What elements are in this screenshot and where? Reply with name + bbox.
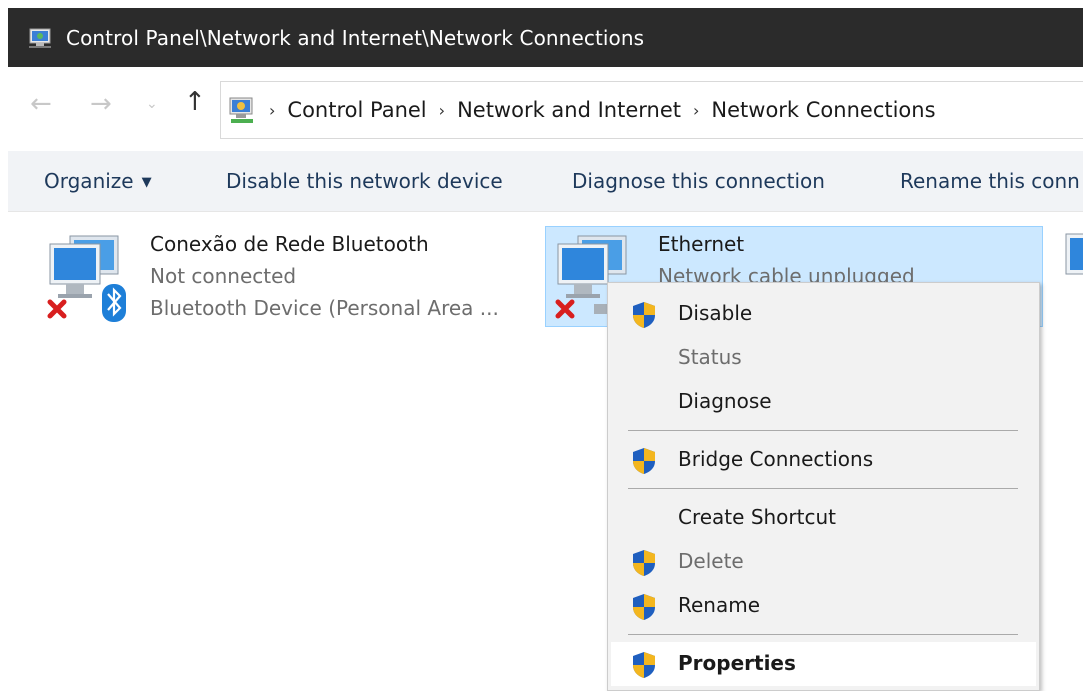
disable-device-button[interactable]: Disable this network device (226, 169, 503, 193)
menu-item-label: Disable (678, 301, 753, 325)
control-panel-icon (229, 97, 253, 123)
menu-item-label: Properties (678, 651, 796, 675)
menu-item-disable[interactable]: Disable (611, 292, 1036, 336)
menu-item-rename[interactable]: Rename (611, 584, 1036, 628)
menu-item-status[interactable]: Status (611, 336, 1036, 380)
uac-shield-icon (633, 550, 655, 576)
diagnose-connection-button[interactable]: Diagnose this connection (572, 169, 825, 193)
menu-item-label: Delete (678, 549, 744, 573)
organize-label: Organize (44, 169, 134, 193)
connection-status: Not connected (150, 264, 297, 288)
menu-item-label: Create Shortcut (678, 505, 836, 529)
menu-item-label: Diagnose (678, 389, 772, 413)
menu-separator (628, 430, 1018, 431)
network-adapter-icon (1065, 233, 1083, 275)
network-connections-icon (29, 28, 51, 48)
recent-locations-chevron-icon[interactable]: ⌄ (146, 97, 158, 111)
command-bar: Organize ▼ Disable this network device Di… (8, 151, 1083, 212)
window-title: Control Panel\Network and Internet\Netwo… (66, 25, 645, 50)
menu-item-bridge-connections[interactable]: Bridge Connections (611, 438, 1036, 482)
menu-separator (628, 634, 1018, 635)
address-row: ← → ⌄ ↑ › Control Panel › Network and In… (8, 67, 1083, 151)
dropdown-caret-icon: ▼ (141, 175, 152, 190)
uac-shield-icon (633, 448, 655, 474)
menu-item-label: Rename (678, 593, 761, 617)
connection-device: Bluetooth Device (Personal Area ... (150, 296, 499, 320)
context-menu: Disable Status Diagnose Bridge Connectio… (607, 282, 1040, 691)
connection-name: Conexão de Rede Bluetooth (150, 232, 429, 256)
menu-item-create-shortcut[interactable]: Create Shortcut (611, 496, 1036, 540)
uac-shield-icon (633, 652, 655, 678)
connection-name: Ethernet (658, 232, 745, 256)
connection-item-bluetooth[interactable]: Conexão de Rede Bluetooth Not connected … (40, 226, 520, 326)
menu-item-label: Bridge Connections (678, 447, 874, 471)
address-bar[interactable]: › Control Panel › Network and Internet ›… (220, 81, 1083, 139)
uac-shield-icon (633, 594, 655, 620)
breadcrumb-separator-icon: › (693, 100, 700, 120)
forward-arrow-icon[interactable]: → (90, 91, 112, 117)
back-arrow-icon[interactable]: ← (30, 91, 52, 117)
menu-item-properties[interactable]: Properties (611, 642, 1036, 686)
organize-button[interactable]: Organize ▼ (44, 169, 152, 193)
menu-item-label: Status (678, 345, 742, 369)
breadcrumb-network-and-internet[interactable]: Network and Internet (457, 98, 681, 122)
menu-item-diagnose[interactable]: Diagnose (611, 380, 1036, 424)
breadcrumb-separator-icon: › (438, 100, 446, 120)
title-bar: Control Panel\Network and Internet\Netwo… (8, 8, 1083, 67)
up-arrow-icon[interactable]: ↑ (184, 89, 206, 115)
connection-item-partial[interactable] (1058, 226, 1083, 326)
breadcrumb-separator-icon: › (269, 100, 276, 120)
rename-connection-button[interactable]: Rename this conn (900, 169, 1080, 193)
menu-separator (628, 488, 1018, 489)
uac-shield-icon (633, 302, 655, 328)
bluetooth-network-icon (47, 235, 126, 322)
menu-item-delete[interactable]: Delete (611, 540, 1036, 584)
breadcrumb-network-connections[interactable]: Network Connections (711, 98, 935, 122)
breadcrumb-control-panel[interactable]: Control Panel (287, 98, 426, 122)
